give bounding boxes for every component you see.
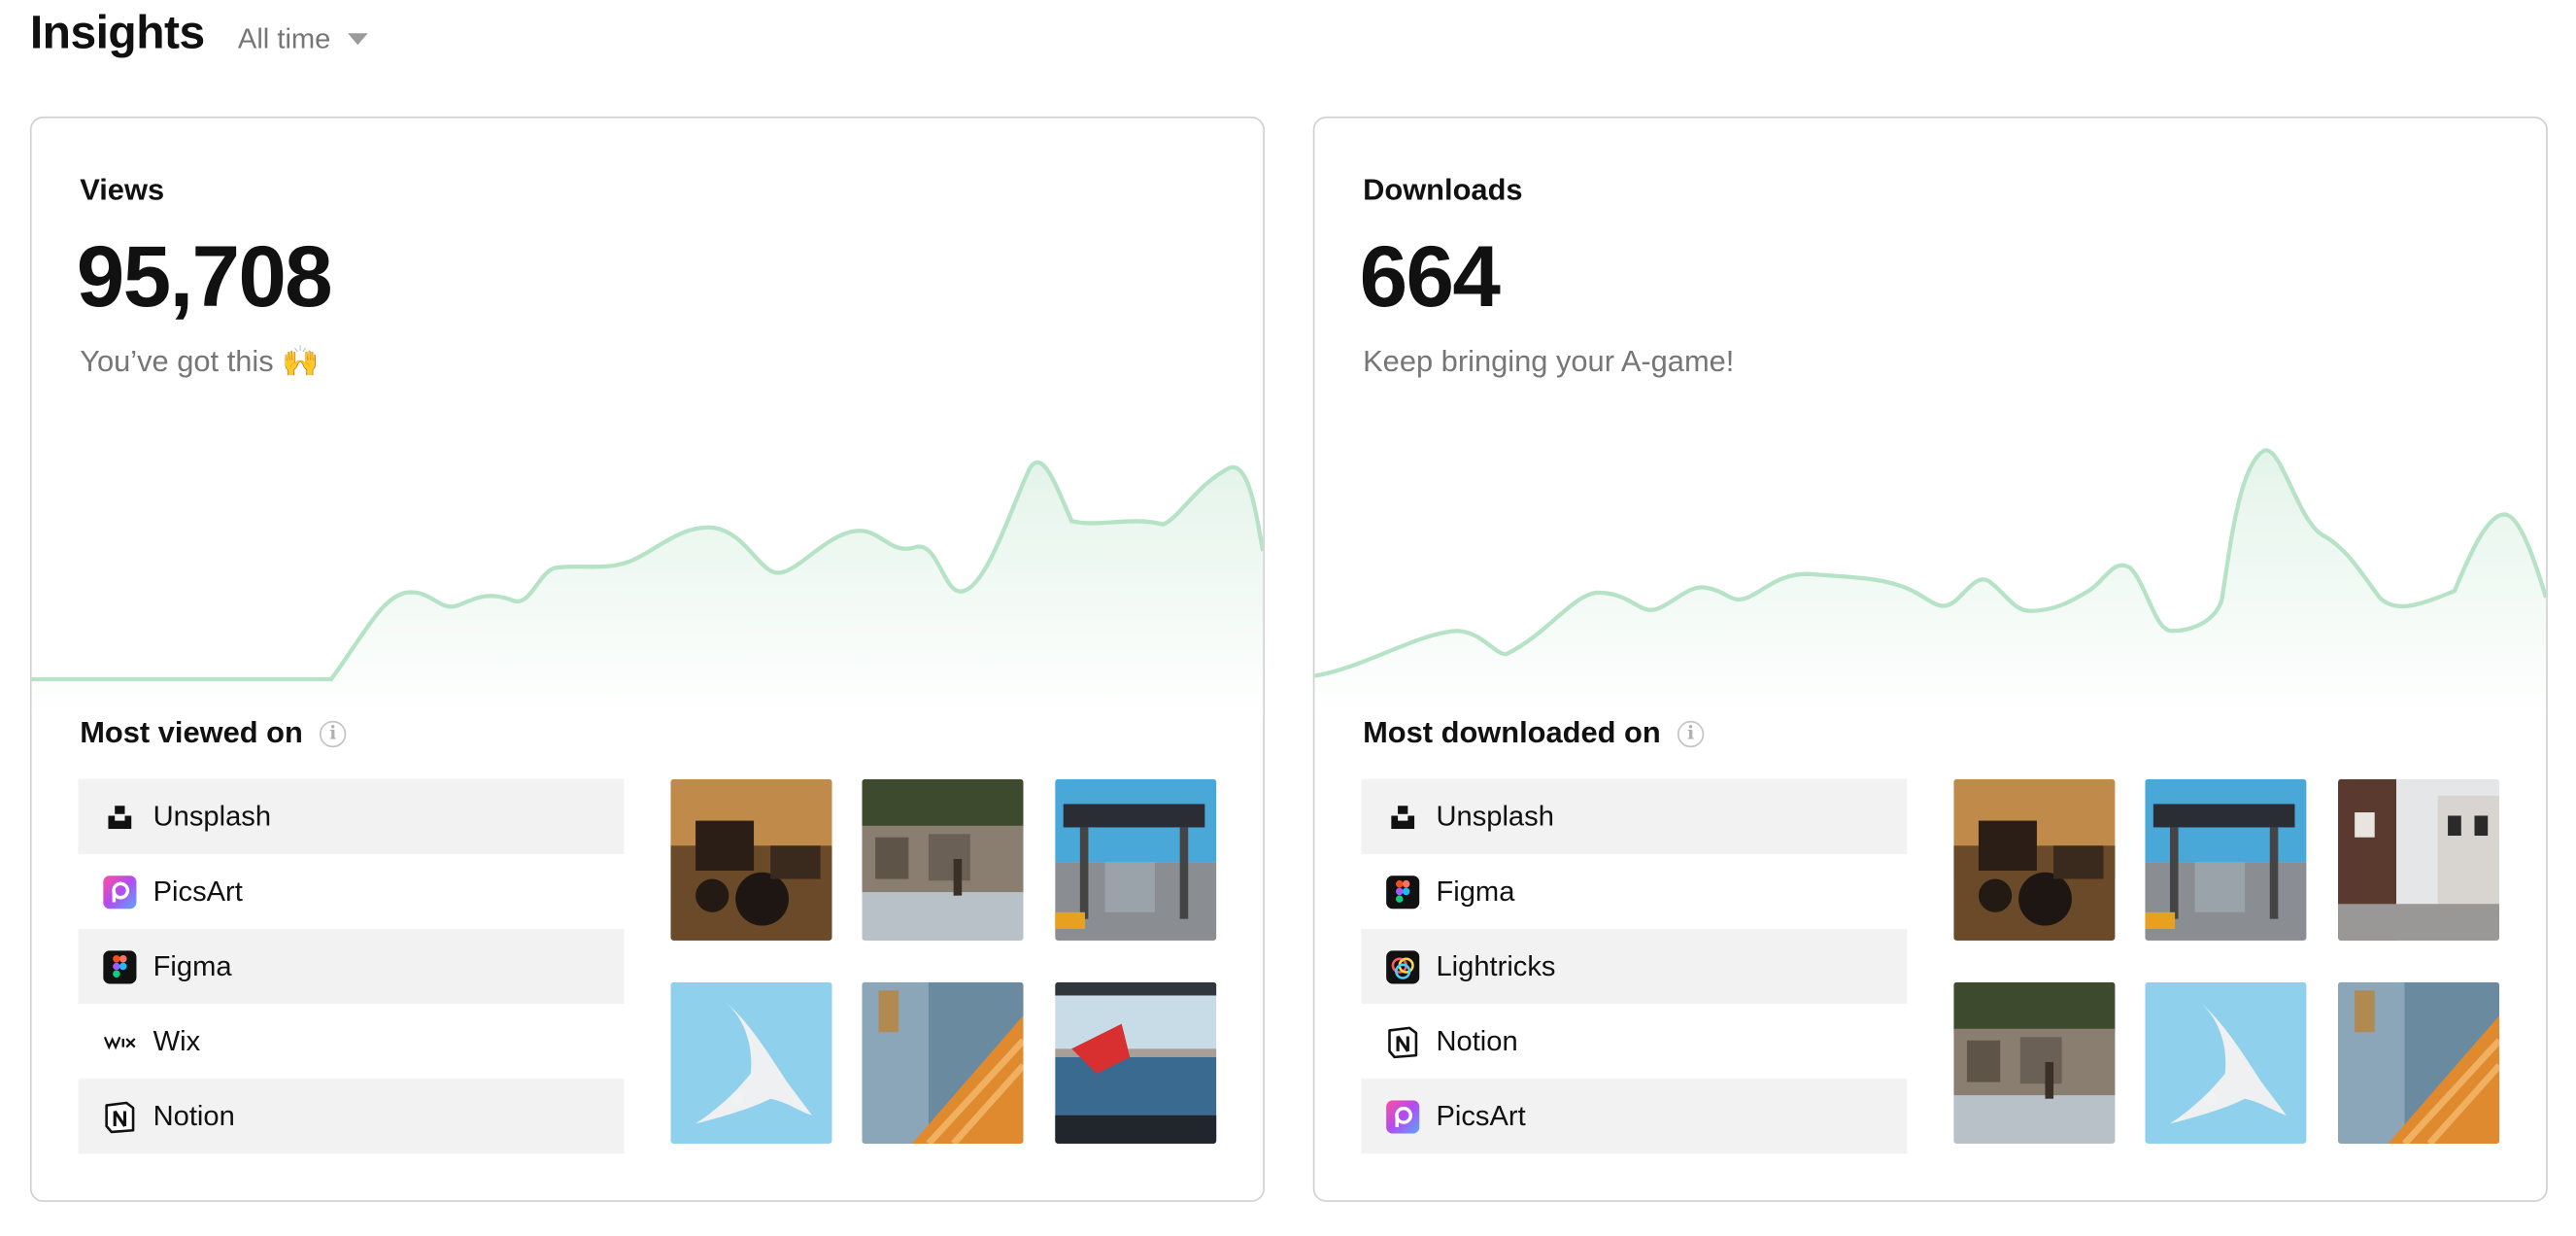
platform-row-notion[interactable]: Notion	[78, 1079, 625, 1154]
downloads-sparkline-area	[1314, 450, 2547, 718]
time-range-dropdown[interactable]: All time	[237, 22, 368, 56]
platform-row-picsart[interactable]: PicsArt	[79, 854, 625, 929]
most-viewed-thumbnails	[670, 778, 1219, 1146]
wix-icon	[103, 1024, 136, 1057]
views-subtitle: You’ve got this 🙌	[80, 345, 319, 380]
platform-name: Lightricks	[1436, 949, 1556, 981]
page-header: Insights All time	[29, 6, 368, 60]
views-label: Views	[80, 173, 165, 207]
most-downloaded-platform-list: Unsplash Figma Lightricks Notion PicsArt	[1361, 778, 1908, 1154]
unsplash-icon	[1386, 800, 1419, 833]
caret-down-icon	[347, 32, 368, 45]
views-value: 95,708	[76, 229, 333, 326]
platform-row-wix[interactable]: Wix	[79, 1004, 625, 1079]
most-viewed-platform-list: Unsplash PicsArt Figma Wix Notion	[78, 778, 625, 1154]
downloads-subtitle: Keep bringing your A-game!	[1363, 344, 1735, 378]
platform-name: Figma	[153, 949, 232, 981]
tractor-photo[interactable]	[1953, 778, 2116, 941]
views-sparkline	[31, 460, 1264, 718]
platform-row-lightricks[interactable]: Lightricks	[1361, 928, 1908, 1005]
platform-row-unsplash[interactable]: Unsplash	[1361, 778, 1908, 854]
tractor-photo[interactable]	[670, 778, 832, 941]
downloads-card: Downloads 664 Keep bringing your A-game!…	[1312, 116, 2548, 1202]
raised-hands-emoji: 🙌	[282, 344, 320, 378]
mural-wall-photo[interactable]	[1953, 981, 2116, 1144]
platform-name: Unsplash	[1436, 800, 1554, 832]
info-icon[interactable]: i	[319, 719, 347, 747]
most-downloaded-title: Most downloaded on	[1363, 715, 1661, 749]
flag-sea-photo[interactable]	[1055, 981, 1217, 1144]
notion-icon	[1386, 1024, 1419, 1058]
notion-icon	[103, 1100, 136, 1133]
platform-row-figma[interactable]: Figma	[78, 928, 625, 1005]
platform-name: Notion	[153, 1099, 235, 1132]
unsplash-icon	[103, 800, 136, 833]
lightricks-icon	[1386, 949, 1420, 983]
downloads-sparkline	[1314, 448, 2547, 718]
figma-icon	[103, 949, 137, 983]
platform-row-unsplash[interactable]: Unsplash	[78, 778, 625, 854]
city-street-sign-photo[interactable]	[2145, 778, 2307, 941]
figma-icon	[1386, 875, 1420, 909]
page-title: Insights	[29, 6, 205, 58]
platform-row-picsart[interactable]: PicsArt	[1361, 1079, 1908, 1154]
downloads-value: 664	[1359, 229, 1501, 326]
most-viewed-heading: Most viewed on i	[80, 715, 347, 751]
platform-name: Wix	[153, 1024, 201, 1057]
most-viewed-title: Most viewed on	[80, 715, 303, 749]
views-subtitle-text: You’ve got this	[80, 344, 274, 378]
downloads-label: Downloads	[1363, 173, 1523, 207]
platform-name: Notion	[1436, 1024, 1518, 1057]
staircase-photo[interactable]	[2338, 981, 2500, 1144]
seagull-photo[interactable]	[2145, 981, 2307, 1144]
most-downloaded-thumbnails	[1953, 778, 2502, 1146]
platform-row-figma[interactable]: Figma	[1361, 854, 1907, 929]
picsart-icon	[1386, 1099, 1420, 1133]
old-houses-street-photo[interactable]	[2338, 778, 2500, 941]
info-icon[interactable]: i	[1677, 719, 1705, 747]
platform-row-notion[interactable]: Notion	[1361, 1004, 1907, 1079]
mural-wall-photo[interactable]	[862, 778, 1024, 941]
platform-name: Figma	[1436, 875, 1515, 907]
city-street-sign-photo[interactable]	[1055, 778, 1217, 941]
platform-name: PicsArt	[153, 875, 243, 907]
staircase-photo[interactable]	[862, 981, 1024, 1144]
platform-name: Unsplash	[153, 800, 272, 832]
seagull-photo[interactable]	[670, 981, 832, 1144]
views-card: Views 95,708 You’ve got this 🙌 Most view…	[29, 116, 1266, 1202]
time-range-value: All time	[237, 22, 331, 55]
picsart-icon	[103, 875, 137, 909]
insights-page: Insights All time Views 95,708 You’ve go…	[0, 0, 2576, 1235]
platform-name: PicsArt	[1436, 1099, 1526, 1132]
most-downloaded-heading: Most downloaded on i	[1363, 715, 1705, 751]
